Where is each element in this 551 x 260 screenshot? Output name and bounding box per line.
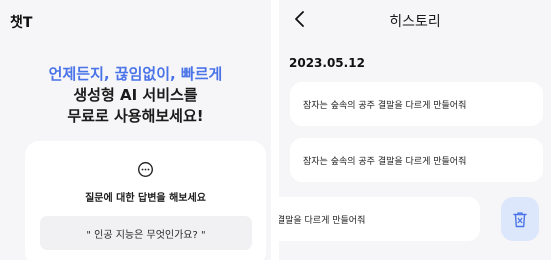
history-item-text: 잠자는 숲속의 공주 결말을 다르게 만들어줘 [279, 215, 366, 226]
headline-line-3: 무료로 사용해보세요! [67, 107, 204, 125]
trash-icon [513, 211, 527, 227]
headline-line-2: 생성형 AI 서비스를 [73, 86, 198, 104]
example-question-chip[interactable]: " 인공 지능은 무엇인가요? " [40, 216, 252, 250]
history-item-swiped[interactable]: 잠자는 숲속의 공주 결말을 다르게 만들어줘 [279, 197, 480, 241]
headline-accent: 언제든지, 끊임없이, 빠르게 [48, 65, 223, 83]
history-item[interactable]: 잠자는 숲속의 공주 결말을 다르게 만들어줘 [290, 82, 543, 126]
home-screen: 챗T 언제든지, 끊임없이, 빠르게 생성형 AI 서비스를 무료로 사용해보세… [0, 0, 271, 260]
question-card[interactable]: 질문에 대한 답변을 해보세요 " 인공 지능은 무엇인가요? " [25, 141, 266, 260]
history-item-text: 잠자는 숲속의 공주 결말을 다르게 만들어줘 [303, 156, 467, 167]
history-screen: 히스토리 2023.05.12 잠자는 숲속의 공주 결말을 다르게 만들어줘 … [279, 0, 551, 260]
chat-bubble-icon [138, 162, 153, 177]
hero-headline: 언제든지, 끊임없이, 빠르게 생성형 AI 서비스를 무료로 사용해보세요! [0, 63, 271, 127]
card-caption: 질문에 대한 답변을 해보세요 [85, 193, 206, 204]
screenshot: 챗T 언제든지, 끊임없이, 빠르게 생성형 AI 서비스를 무료로 사용해보세… [0, 0, 551, 260]
app-title: 챗T [10, 15, 33, 31]
date-header: 2023.05.12 [289, 56, 365, 70]
history-item-text: 잠자는 숲속의 공주 결말을 다르게 만들어줘 [303, 100, 467, 111]
delete-button[interactable] [501, 197, 539, 241]
history-item[interactable]: 잠자는 숲속의 공주 결말을 다르게 만들어줘 [290, 138, 543, 182]
screen-title: 히스토리 [389, 14, 441, 30]
screen-divider [271, 0, 279, 260]
